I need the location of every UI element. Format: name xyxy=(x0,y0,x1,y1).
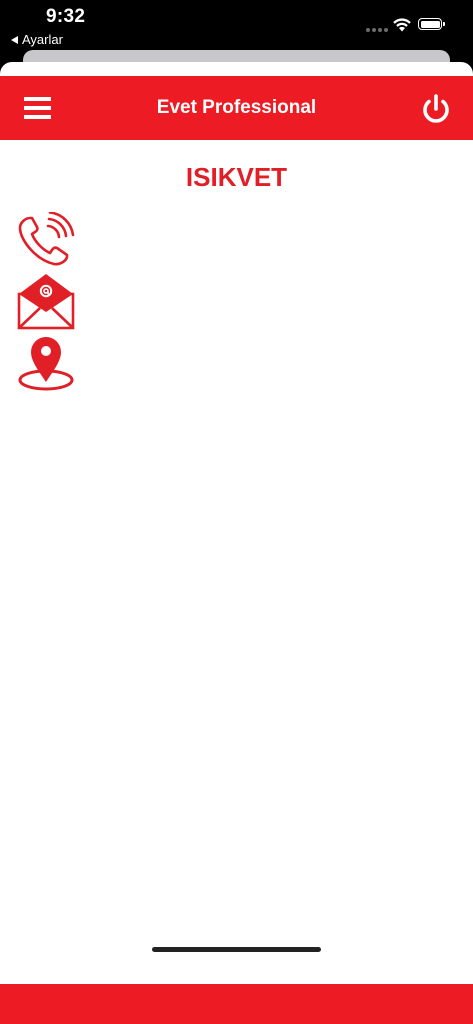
phone-icon[interactable] xyxy=(16,212,76,268)
nav-title: Evet Professional xyxy=(156,97,317,118)
location-pin-icon[interactable] xyxy=(16,334,76,392)
cellular-signal-icon xyxy=(366,28,388,32)
battery-icon xyxy=(418,18,442,30)
status-bar: 9:32 Ayarlar xyxy=(0,0,473,52)
hamburger-menu-icon[interactable] xyxy=(14,88,60,128)
back-to-settings-link[interactable]: Ayarlar xyxy=(11,32,63,47)
navigation-bar: Evet Professional xyxy=(0,76,473,140)
email-icon[interactable] xyxy=(16,272,76,330)
back-label: Ayarlar xyxy=(22,32,63,47)
home-indicator[interactable] xyxy=(152,947,321,952)
app-screen: 9:32 Ayarlar Evet Professional ISIKVET xyxy=(0,0,473,1024)
page-title: ISIKVET xyxy=(185,162,288,192)
bottom-bar xyxy=(0,984,473,1024)
battery-tip xyxy=(443,22,445,26)
power-icon[interactable] xyxy=(418,92,454,126)
main-sheet: Evet Professional ISIKVET xyxy=(0,62,473,1024)
back-arrow-icon xyxy=(11,35,18,44)
wifi-icon xyxy=(393,18,411,32)
status-time: 9:32 xyxy=(46,6,86,27)
